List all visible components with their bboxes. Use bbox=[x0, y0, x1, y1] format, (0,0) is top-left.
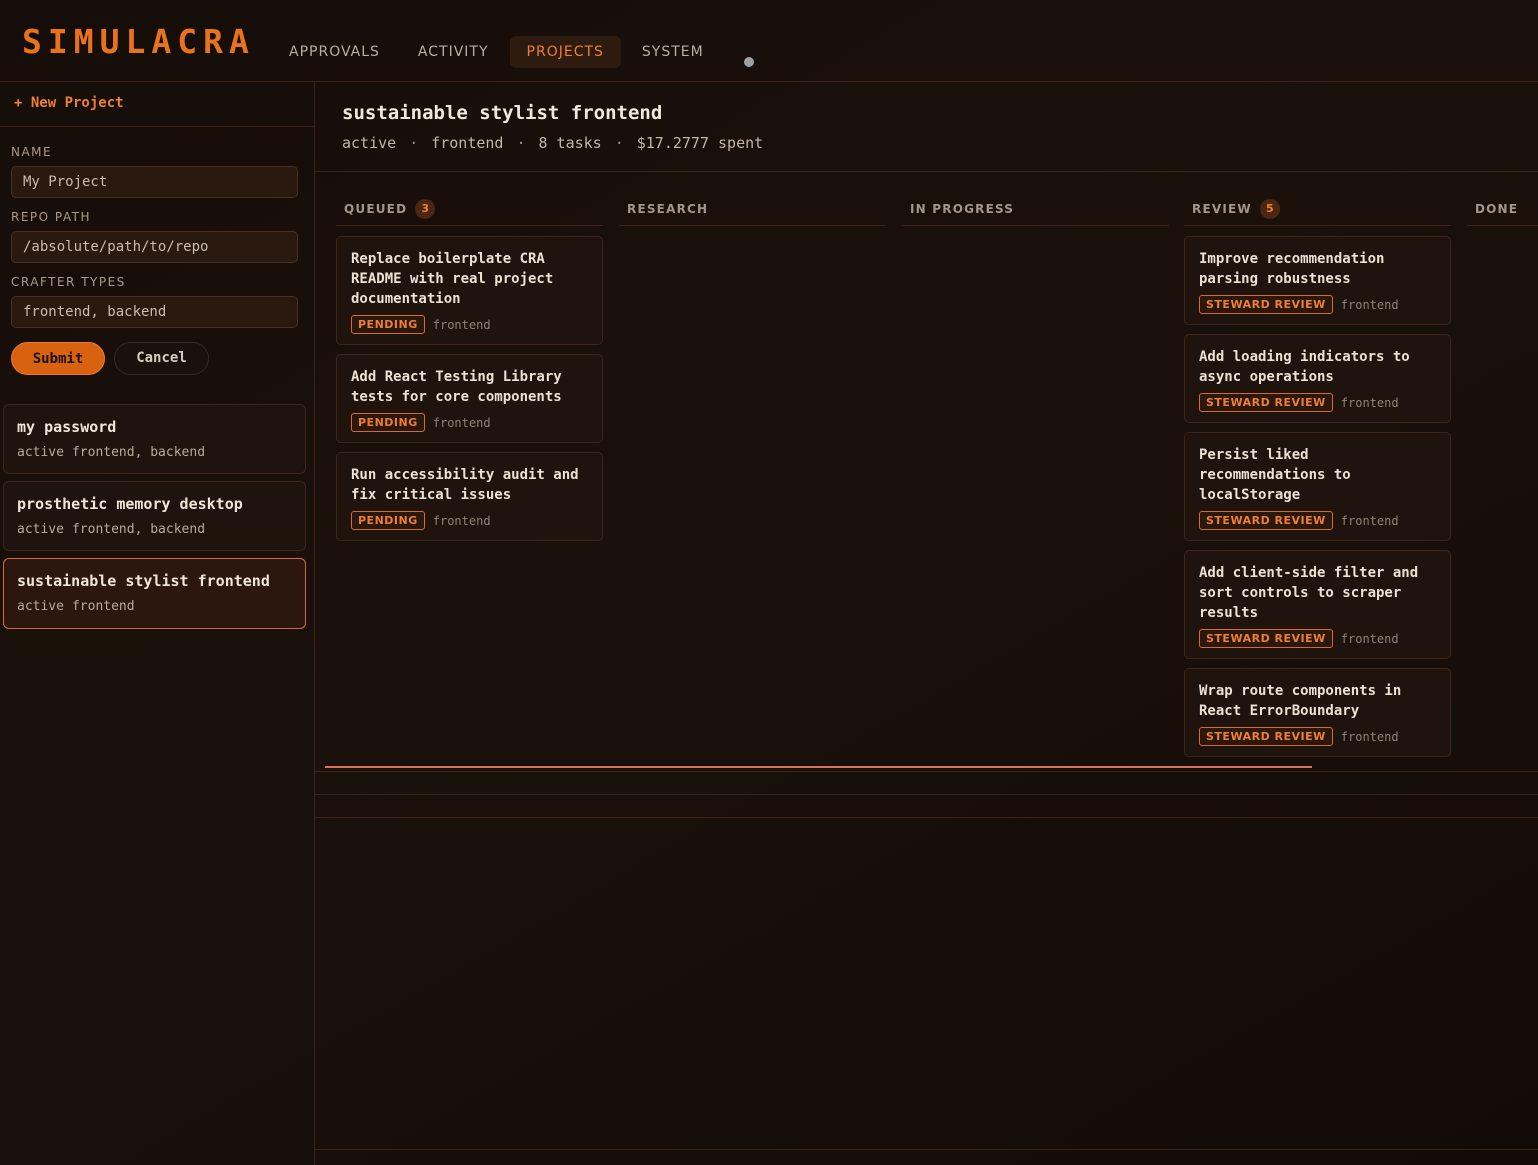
app-logo: SIMULACRA bbox=[22, 22, 255, 61]
project-title: sustainable stylist frontend bbox=[342, 102, 663, 124]
task-card[interactable]: Add React Testing Library tests for core… bbox=[336, 354, 603, 443]
status-badge: STEWARD REVIEW bbox=[1199, 295, 1333, 314]
task-crafter: frontend bbox=[1340, 631, 1399, 646]
new-project-form: NAME My Project REPO PATH /absolute/path… bbox=[0, 127, 314, 375]
project-list: my password active frontend, backend pros… bbox=[3, 404, 306, 636]
column-label: DONE bbox=[1475, 201, 1519, 216]
project-spent: $17.2777 spent bbox=[636, 134, 764, 152]
cancel-button[interactable]: Cancel bbox=[114, 342, 209, 375]
crafter-types-label: CRAFTER TYPES bbox=[11, 275, 126, 289]
task-card[interactable]: Improve recommendation parsing robustnes… bbox=[1184, 236, 1451, 325]
task-card[interactable]: Wrap route components in React ErrorBoun… bbox=[1184, 668, 1451, 757]
column-in-progress: IN PROGRESS bbox=[902, 192, 1169, 226]
column-queued: QUEUED 3 Replace boilerplate CRA README w… bbox=[336, 192, 603, 550]
task-crafter: frontend bbox=[1340, 729, 1399, 744]
task-crafter: frontend bbox=[1340, 513, 1399, 528]
task-title: Wrap route components in React ErrorBoun… bbox=[1199, 683, 1402, 719]
task-title: Improve recommendation parsing robustnes… bbox=[1199, 251, 1385, 287]
nav-approvals[interactable]: APPROVALS bbox=[272, 36, 397, 68]
divider bbox=[315, 1149, 1538, 1150]
status-badge: STEWARD REVIEW bbox=[1199, 727, 1333, 746]
project-name: my password bbox=[17, 418, 117, 436]
name-label: NAME bbox=[11, 145, 53, 159]
project-status: active bbox=[342, 134, 397, 152]
repo-path-label: REPO PATH bbox=[11, 210, 92, 224]
column-label: IN PROGRESS bbox=[910, 201, 1015, 216]
project-status: active bbox=[17, 445, 64, 460]
project-status: active bbox=[17, 599, 64, 614]
crafter-types-input[interactable]: frontend, backend bbox=[11, 296, 298, 328]
task-title: Replace boilerplate CRA README with real… bbox=[351, 251, 554, 307]
project-crafters: frontend bbox=[71, 599, 135, 614]
status-badge: STEWARD REVIEW bbox=[1199, 511, 1333, 530]
task-title: Persist liked recommendations to localSt… bbox=[1199, 447, 1351, 503]
column-count-badge: 5 bbox=[1259, 198, 1280, 219]
project-name: sustainable stylist frontend bbox=[17, 572, 270, 590]
task-title: Run accessibility audit and fix critical… bbox=[351, 467, 579, 503]
top-bar: SIMULACRA APPROVALS ACTIVITY PROJECTS SY… bbox=[0, 0, 1538, 82]
project-item-selected[interactable]: sustainable stylist frontend active front… bbox=[3, 558, 306, 629]
project-meta: active · frontend · 8 tasks · $17.2777 s… bbox=[342, 134, 764, 152]
column-done: DONE bbox=[1467, 192, 1538, 226]
status-badge: PENDING bbox=[351, 511, 425, 530]
kanban-board: QUEUED 3 Replace boilerplate CRA README w… bbox=[336, 192, 1538, 767]
horizontal-scrollbar[interactable] bbox=[325, 766, 1312, 768]
task-card[interactable]: Replace boilerplate CRA README with real… bbox=[336, 236, 603, 345]
new-project-button[interactable]: + New Project bbox=[0, 82, 314, 127]
task-crafter: frontend bbox=[432, 415, 491, 430]
task-title: Add loading indicators to async operatio… bbox=[1199, 349, 1410, 385]
task-title: Add client-side filter and sort controls… bbox=[1199, 565, 1419, 621]
nav-activity[interactable]: ACTIVITY bbox=[401, 36, 506, 68]
task-card[interactable]: Run accessibility audit and fix critical… bbox=[336, 452, 603, 541]
repo-path-input[interactable]: /absolute/path/to/repo bbox=[11, 231, 298, 263]
name-input[interactable]: My Project bbox=[11, 166, 298, 198]
main-panel: sustainable stylist frontend active · fr… bbox=[315, 82, 1538, 1165]
task-crafter: frontend bbox=[432, 513, 491, 528]
task-crafter: frontend bbox=[1340, 395, 1399, 410]
task-card[interactable]: Add loading indicators to async operatio… bbox=[1184, 334, 1451, 423]
status-badge: PENDING bbox=[351, 315, 425, 334]
project-header: sustainable stylist frontend active · fr… bbox=[315, 82, 1538, 172]
divider bbox=[315, 794, 1538, 795]
task-crafter: frontend bbox=[432, 317, 491, 332]
divider bbox=[315, 771, 1538, 772]
task-card[interactable]: Persist liked recommendations to localSt… bbox=[1184, 432, 1451, 541]
column-research: RESEARCH bbox=[619, 192, 886, 226]
column-label: REVIEW bbox=[1192, 201, 1252, 216]
submit-button[interactable]: Submit bbox=[11, 342, 105, 375]
project-item[interactable]: prosthetic memory desktop active frontend… bbox=[3, 481, 306, 551]
column-label: QUEUED bbox=[344, 201, 408, 216]
project-crafter: frontend bbox=[431, 134, 504, 152]
nav-projects[interactable]: PROJECTS bbox=[509, 36, 621, 68]
divider bbox=[315, 817, 1538, 818]
connection-status-icon bbox=[744, 57, 754, 67]
main-nav: APPROVALS ACTIVITY PROJECTS SYSTEM bbox=[272, 36, 721, 68]
project-crafters: frontend, backend bbox=[71, 522, 206, 537]
project-status: active bbox=[17, 522, 64, 537]
task-title: Add React Testing Library tests for core… bbox=[351, 369, 562, 405]
column-label: RESEARCH bbox=[627, 201, 709, 216]
task-crafter: frontend bbox=[1340, 297, 1399, 312]
project-item[interactable]: my password active frontend, backend bbox=[3, 404, 306, 474]
status-badge: STEWARD REVIEW bbox=[1199, 629, 1333, 648]
status-badge: STEWARD REVIEW bbox=[1199, 393, 1333, 412]
project-task-count: 8 tasks bbox=[538, 134, 602, 152]
column-review: REVIEW 5 Improve recommendation parsing r… bbox=[1184, 192, 1451, 766]
column-count-badge: 3 bbox=[415, 198, 436, 219]
task-card[interactable]: Add client-side filter and sort controls… bbox=[1184, 550, 1451, 659]
project-name: prosthetic memory desktop bbox=[17, 495, 243, 513]
status-badge: PENDING bbox=[351, 413, 425, 432]
project-crafters: frontend, backend bbox=[71, 445, 206, 460]
nav-system[interactable]: SYSTEM bbox=[625, 36, 721, 68]
sidebar: + New Project NAME My Project REPO PATH … bbox=[0, 82, 315, 1165]
